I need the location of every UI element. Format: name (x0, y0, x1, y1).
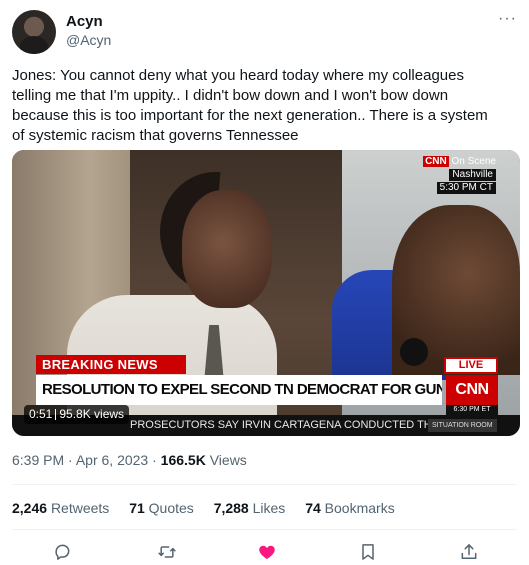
network-logo: CNN (446, 375, 498, 405)
retweets-label: Retweets (50, 500, 110, 516)
quotes-stat[interactable]: 71 Quotes (129, 500, 194, 516)
avatar[interactable] (12, 10, 56, 54)
show-name: SITUATION ROOM (428, 419, 497, 432)
likes-stat[interactable]: 7,288 Likes (214, 500, 286, 516)
retweet-button[interactable] (155, 540, 179, 564)
view-label: Views (209, 452, 247, 468)
like-icon (259, 545, 275, 560)
bookmarks-stat[interactable]: 74 Bookmarks (305, 500, 395, 516)
video-player[interactable]: CNN On Scene Nashville 5:30 PM CT BREAKI… (12, 150, 520, 436)
like-button[interactable] (255, 540, 279, 564)
video-speaker-head (182, 190, 272, 308)
quotes-count: 71 (129, 500, 145, 516)
divider (12, 484, 517, 485)
bookmark-icon (362, 544, 374, 560)
author-name[interactable]: Acyn (66, 13, 103, 30)
reply-icon (55, 544, 70, 560)
retweets-stat[interactable]: 2,246 Retweets (12, 500, 109, 516)
breaking-news-label: BREAKING NEWS (36, 355, 186, 374)
view-count: 166.5K (160, 452, 206, 468)
quotes-label: Quotes (148, 500, 194, 516)
engagement-stats: 2,246 Retweets 71 Quotes 7,288 Likes 74 … (12, 500, 411, 516)
on-scene-bug: CNN On Scene Nashville 5:30 PM CT (414, 156, 496, 194)
action-bar (12, 540, 517, 564)
bookmarks-label: Bookmarks (324, 500, 395, 516)
retweet-icon (158, 546, 176, 558)
timestamp-separator: · (68, 452, 73, 468)
on-scene-network: CNN (423, 156, 449, 167)
tweet-time[interactable]: 6:39 PM (12, 452, 64, 468)
on-scene-time: 5:30 PM CT (436, 182, 496, 194)
share-button[interactable] (457, 540, 481, 564)
divider (12, 529, 517, 530)
share-icon (461, 544, 477, 559)
network-logo-time: 6:30 PM ET (446, 405, 498, 415)
retweets-count: 2,246 (12, 500, 48, 516)
likes-count: 7,288 (213, 500, 249, 516)
news-ticker-text: PROSECUTORS SAY IRVIN CARTAGENA CONDUCTE… (130, 419, 440, 431)
bookmark-button[interactable] (356, 540, 380, 564)
on-scene-location: Nashville (449, 169, 496, 181)
bookmarks-count: 74 (305, 500, 321, 516)
reply-button[interactable] (50, 540, 74, 564)
on-scene-label: On Scene (451, 156, 496, 167)
video-duration: 0:51 (29, 407, 53, 421)
video-microphone (400, 338, 428, 366)
chyron-headline: RESOLUTION TO EXPEL SECOND TN DEMOCRAT F… (36, 375, 442, 405)
video-meta-separator (55, 409, 57, 421)
video-meta-badge: 0:51 95.8K views (24, 405, 130, 424)
tweet-text: Jones: You cannot deny what you heard to… (12, 67, 488, 144)
more-horizontal-icon[interactable]: ··· (498, 10, 517, 28)
video-views: 95.8K views (59, 407, 125, 421)
tweet-timestamp: 6:39 PM · Apr 6, 2023 · 166.5K Views (12, 452, 247, 468)
timestamp-separator: · (152, 452, 157, 468)
tweet-date[interactable]: Apr 6, 2023 (76, 452, 148, 468)
live-badge: LIVE (444, 357, 498, 374)
likes-label: Likes (252, 500, 286, 516)
author-handle[interactable]: @Acyn (66, 32, 111, 48)
